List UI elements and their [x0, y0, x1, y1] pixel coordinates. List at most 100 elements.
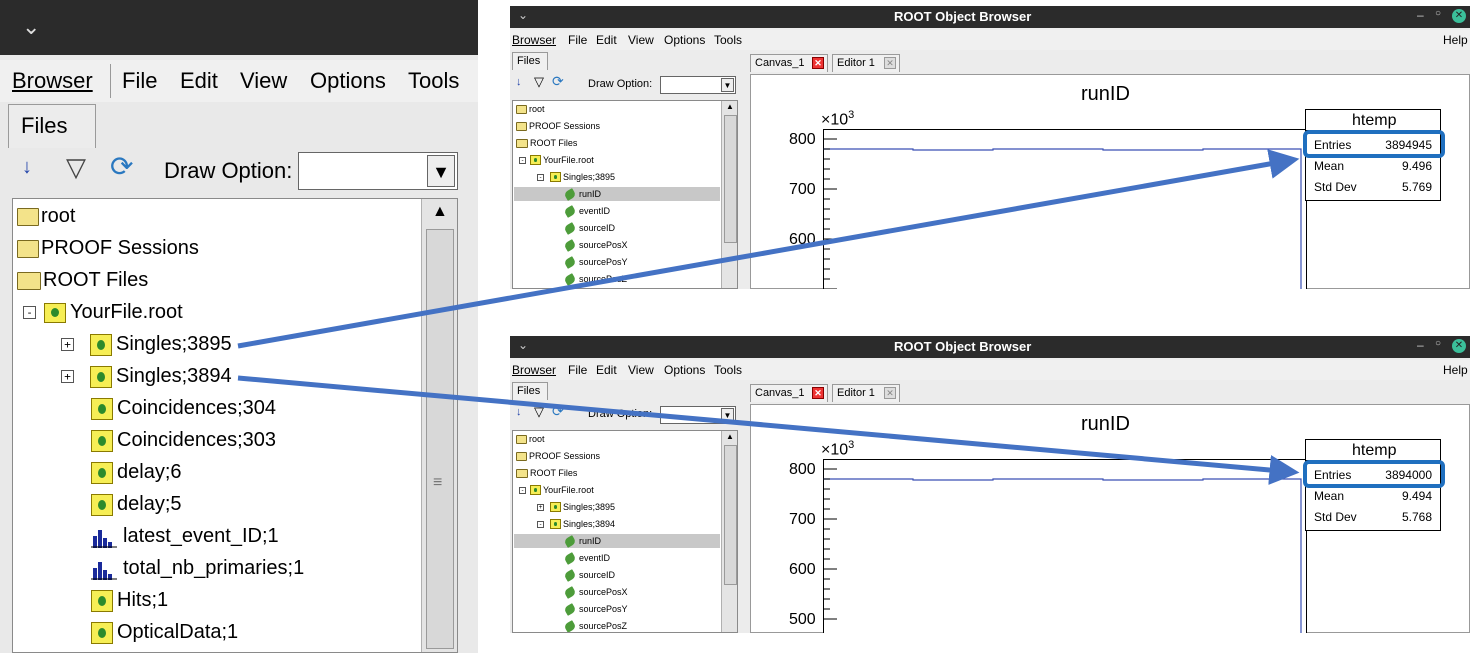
tab-canvas-1[interactable]: Canvas_1 ✕	[750, 384, 828, 402]
chevron-down-icon[interactable]: ▼	[721, 78, 734, 92]
tree-item-root[interactable]: root	[516, 434, 545, 444]
tree-scrollbar[interactable]: ▲	[721, 101, 737, 288]
maximize-icon[interactable]: ○	[1435, 338, 1441, 349]
tree-item-sourceposx[interactable]: sourcePosX	[563, 585, 628, 599]
filter-icon[interactable]: ▽	[534, 404, 544, 420]
menu-view[interactable]: View	[240, 68, 287, 94]
tree-item-root[interactable]: root	[17, 205, 75, 228]
collapse-icon[interactable]: -	[519, 486, 526, 494]
sort-icon[interactable]: ↓	[22, 156, 32, 179]
menu-edit[interactable]: Edit	[596, 33, 617, 47]
menu-tools[interactable]: Tools	[714, 363, 742, 377]
tree-item-yourfile[interactable]: - YourFile.root	[23, 301, 183, 324]
tab-files[interactable]: Files	[512, 382, 548, 400]
tree-item-singles-3895[interactable]: + Singles;3895	[61, 333, 232, 356]
menu-edit[interactable]: Edit	[180, 68, 218, 94]
tree-item-sourceposz[interactable]: sourcePosZ	[563, 619, 627, 632]
tree-item-opticaldata[interactable]: OpticalData;1	[91, 621, 238, 644]
tree-item-yourfile[interactable]: - YourFile.root	[519, 155, 594, 165]
tree-item-proof[interactable]: PROOF Sessions	[516, 451, 600, 461]
menu-help[interactable]: Help	[1443, 363, 1468, 377]
chevron-down-icon[interactable]: ▼	[721, 408, 734, 422]
tree-item-sourceposy[interactable]: sourcePosY	[563, 602, 628, 616]
tree-item-coincidences-303[interactable]: Coincidences;303	[91, 429, 276, 452]
maximize-icon[interactable]: ○	[1435, 8, 1441, 19]
menu-browser[interactable]: Browser	[512, 363, 556, 377]
close-icon[interactable]: ✕	[1452, 339, 1466, 353]
draw-option-select[interactable]: ▼	[298, 152, 458, 190]
scroll-thumb[interactable]	[724, 115, 737, 243]
tree-item-latest-event-id[interactable]: latest_event_ID;1	[91, 525, 279, 548]
tree-item-root[interactable]: root	[516, 104, 545, 114]
tab-files[interactable]: Files	[8, 104, 96, 148]
tree-item-root-files[interactable]: ROOT Files	[516, 468, 577, 478]
menu-view[interactable]: View	[628, 33, 654, 47]
menu-file[interactable]: File	[568, 363, 587, 377]
close-tab-icon[interactable]: ✕	[884, 387, 896, 399]
menu-edit[interactable]: Edit	[596, 363, 617, 377]
menu-options[interactable]: Options	[310, 68, 386, 94]
tab-canvas-1[interactable]: Canvas_1 ✕	[750, 54, 828, 72]
close-tab-icon[interactable]: ✕	[812, 57, 824, 69]
tree-item-coincidences-304[interactable]: Coincidences;304	[91, 397, 276, 420]
collapse-icon[interactable]: -	[537, 520, 544, 528]
window-menu-chevron-icon[interactable]: ⌄	[518, 338, 528, 352]
draw-option-select[interactable]: ▼	[660, 76, 736, 94]
tree-item-runid[interactable]: runID	[563, 534, 601, 548]
close-icon[interactable]: ✕	[1452, 9, 1466, 23]
draw-option-select[interactable]: ▼	[660, 406, 736, 424]
expand-icon[interactable]: +	[61, 338, 74, 351]
tree-item-eventid[interactable]: eventID	[563, 204, 610, 218]
scroll-up-arrow-icon[interactable]: ▲	[726, 102, 734, 111]
tree-item-sourceid[interactable]: sourceID	[563, 568, 615, 582]
filter-icon[interactable]: ▽	[66, 152, 86, 183]
tree-item-singles-3894[interactable]: + Singles;3894	[61, 365, 232, 388]
sort-icon[interactable]: ↓	[516, 406, 522, 418]
tree-item-singles-3895[interactable]: - Singles;3895	[537, 172, 615, 182]
bottom-canvas[interactable]: runID ×103 800 700 600 500 htemp Entries…	[750, 404, 1470, 633]
menu-tools[interactable]: Tools	[714, 33, 742, 47]
tree-item-singles-3895[interactable]: + Singles;3895	[537, 502, 615, 512]
menu-help[interactable]: Help	[1443, 33, 1468, 47]
window-menu-chevron-icon[interactable]: ⌄	[22, 14, 40, 40]
refresh-icon[interactable]: ⟳	[552, 73, 564, 90]
tree-item-root-files[interactable]: ROOT Files	[17, 269, 148, 292]
scroll-up-arrow-icon[interactable]: ▲	[726, 432, 734, 441]
tree-item-sourceposz[interactable]: sourcePosZ	[563, 272, 627, 286]
top-canvas[interactable]: runID ×103 800 700 600 htemp Entries 389…	[750, 74, 1470, 289]
menu-options[interactable]: Options	[664, 363, 705, 377]
menu-browser[interactable]: Browser	[512, 33, 556, 47]
window-menu-chevron-icon[interactable]: ⌄	[518, 8, 528, 22]
menu-tools[interactable]: Tools	[408, 68, 459, 94]
tree-item-proof[interactable]: PROOF Sessions	[17, 237, 199, 260]
expand-icon[interactable]: +	[537, 503, 544, 511]
tree-scrollbar[interactable]: ▲ ≡	[421, 199, 457, 652]
scroll-up-arrow-icon[interactable]: ▲	[432, 203, 448, 221]
menu-options[interactable]: Options	[664, 33, 705, 47]
tree-item-eventid[interactable]: eventID	[563, 551, 610, 565]
close-tab-icon[interactable]: ✕	[812, 387, 824, 399]
tree-item-runid[interactable]: runID	[563, 187, 601, 201]
tree-item-sourceposx[interactable]: sourcePosX	[563, 238, 628, 252]
minimize-icon[interactable]: –	[1417, 8, 1424, 22]
tab-editor-1[interactable]: Editor 1 ✕	[832, 54, 900, 72]
minimize-icon[interactable]: –	[1417, 338, 1424, 352]
scroll-thumb[interactable]: ≡	[426, 229, 454, 649]
tab-editor-1[interactable]: Editor 1 ✕	[832, 384, 900, 402]
chevron-down-icon[interactable]: ▼	[427, 155, 455, 187]
tree-item-delay-5[interactable]: delay;5	[91, 493, 182, 516]
refresh-icon[interactable]: ⟳	[552, 403, 564, 420]
collapse-icon[interactable]: -	[537, 173, 544, 181]
tree-item-delay-6[interactable]: delay;6	[91, 461, 182, 484]
menu-view[interactable]: View	[628, 363, 654, 377]
tree-item-singles-3894[interactable]: - Singles;3894	[537, 519, 615, 529]
tree-scrollbar[interactable]: ▲	[721, 431, 737, 632]
tab-files[interactable]: Files	[512, 52, 548, 70]
menu-file[interactable]: File	[568, 33, 587, 47]
sort-icon[interactable]: ↓	[516, 76, 522, 88]
tree-item-proof[interactable]: PROOF Sessions	[516, 121, 600, 131]
expand-icon[interactable]: +	[61, 370, 74, 383]
collapse-icon[interactable]: -	[519, 156, 526, 164]
tree-item-root-files[interactable]: ROOT Files	[516, 138, 577, 148]
menu-file[interactable]: File	[122, 68, 157, 94]
